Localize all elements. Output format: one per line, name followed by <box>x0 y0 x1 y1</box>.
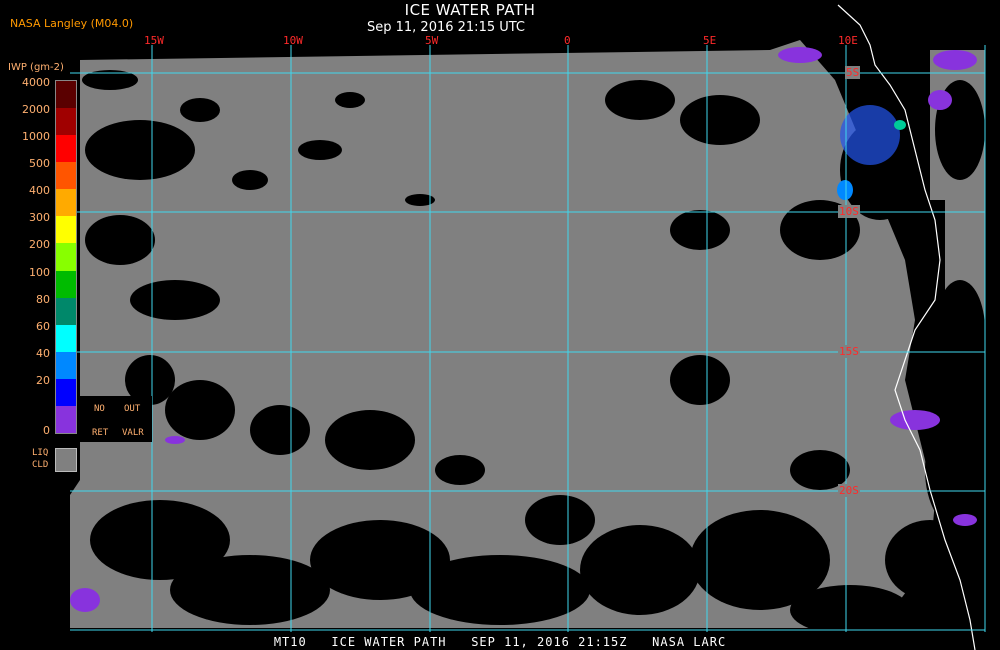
colorbar-swatch <box>56 216 76 244</box>
lat-label-15s: 15S <box>838 345 860 358</box>
colorbar-level-label: 40 <box>36 346 50 360</box>
colorbar-level-label: 2000 <box>22 103 50 117</box>
colorbar <box>55 80 77 434</box>
colorbar-level-label: 100 <box>29 265 50 279</box>
footer-caption: MT10 ICE WATER PATH SEP 11, 2016 21:15Z … <box>273 635 727 649</box>
lon-label-0: 0 <box>564 34 571 47</box>
colorbar-swatch <box>56 135 76 163</box>
lat-label-10s: 10S <box>838 205 860 218</box>
colorbar-swatch <box>56 243 76 272</box>
colorbar-swatch <box>56 378 76 407</box>
observation-datetime: Sep 11, 2016 21:15 UTC <box>366 20 526 35</box>
lat-label-20s: 20S <box>838 484 860 497</box>
colorbar-level-label: 200 <box>29 238 50 252</box>
satellite-map <box>0 0 1000 650</box>
colorbar-swatch <box>56 324 76 353</box>
lon-label-5e: 5E <box>703 34 717 47</box>
lon-label-10w: 10W <box>283 34 303 47</box>
product-title: ICE WATER PATH <box>404 1 536 19</box>
colorbar-swatch <box>56 189 76 217</box>
lat-label-5s: 5S <box>845 66 861 79</box>
liq-cld-swatch <box>55 448 77 472</box>
colorbar-level-label: 0 <box>43 424 50 437</box>
colorbar-level-label: 1000 <box>22 130 50 144</box>
colorbar-units: IWP (gm-2) <box>8 62 64 73</box>
lon-label-5w: 5W <box>425 34 439 47</box>
lon-label-15w: 15W <box>144 34 164 47</box>
colorbar-level-label: 4000 <box>22 76 50 89</box>
liq-cld-label-line1: LIQ <box>32 448 49 458</box>
colorbar-swatch <box>56 270 76 299</box>
colorbar-swatch <box>56 405 76 434</box>
colorbar-level-label: 80 <box>36 292 50 306</box>
data-credit: NASA Langley (M04.0) <box>10 17 134 30</box>
colorbar-swatch <box>56 108 76 136</box>
colorbar-level-label: 400 <box>29 184 50 198</box>
no-ret-label-line2: RET <box>92 428 109 438</box>
colorbar-level-label: 20 <box>36 373 50 387</box>
out-valr-label-line1: OUT <box>124 404 141 414</box>
no-ret-label-line1: NO <box>94 404 105 414</box>
colorbar-level-label: 300 <box>29 211 50 225</box>
lon-label-10e: 10E <box>838 34 858 47</box>
colorbar-swatch <box>56 162 76 190</box>
colorbar-swatch <box>56 297 76 326</box>
colorbar-level-label: 60 <box>36 319 50 333</box>
colorbar-swatch <box>56 81 76 109</box>
colorbar-swatch <box>56 351 76 380</box>
colorbar-level-label: 500 <box>29 157 50 171</box>
liq-cld-label-line2: CLD <box>32 460 49 470</box>
out-valr-label-line2: VALR <box>122 428 144 438</box>
